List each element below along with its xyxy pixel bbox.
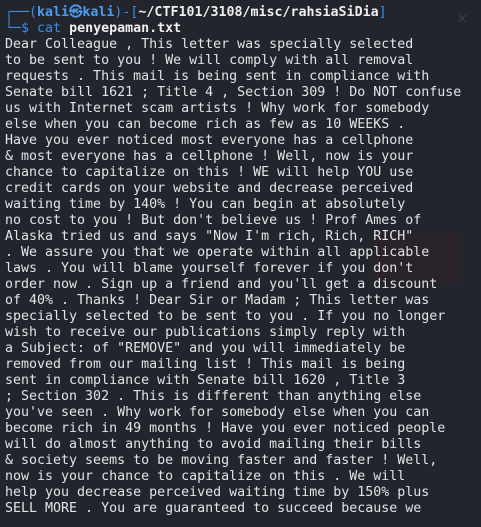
prompt-separator: ㉿: [69, 5, 83, 20]
output-line: Senate bill 1621 ; Title 4 , Section 309…: [5, 85, 462, 100]
output-line: now is your chance to capitalize on this…: [5, 469, 406, 484]
output-line: help you decrease perceived waiting time…: [5, 485, 430, 500]
output-line: & society seems to be moving faster and …: [5, 453, 438, 468]
output-line: us with Internet scam artists ! Why work…: [5, 101, 430, 116]
output-line: specially selected to be sent to you . I…: [5, 309, 446, 324]
output-line: SELL MORE . You are guaranteed to succee…: [5, 501, 422, 516]
output-line: of 40% . Thanks ! Dear Sir or Madam ; Th…: [5, 293, 430, 308]
prompt-user: kali: [37, 5, 70, 20]
output-line: Dear Colleague , This letter was special…: [5, 37, 414, 52]
output-line: requests . This mail is being sent in co…: [5, 69, 430, 84]
prompt-line-2: └─$ cat penyepaman.txt: [5, 21, 481, 37]
output-line: Alaska tried us and says "Now I'm rich, …: [5, 229, 414, 244]
prompt-corner: ┌──(: [5, 5, 38, 20]
output-line: to be sent to you ! We will comply with …: [5, 53, 414, 68]
output-line: Have you ever noticed most everyone has …: [5, 133, 414, 148]
output-line: credit cards on your website and decreas…: [5, 181, 414, 196]
prompt-symbol: $: [21, 21, 30, 36]
output-line: chance to capitalize on this ! WE will h…: [5, 165, 414, 180]
output-line: & most everyone has a cellphone ! Well, …: [5, 149, 414, 164]
output-line: sent in compliance with Senate bill 1620…: [5, 373, 406, 388]
output-line: order now . Sign up a friend and you'll …: [5, 277, 438, 292]
output-line: else when you can become rich as few as …: [5, 117, 406, 132]
output-line: . We assure you that we operate within a…: [5, 245, 430, 260]
output-line: you've seen . Why work for somebody else…: [5, 405, 430, 420]
output-line: will do almost anything to avoid mailing…: [5, 437, 422, 452]
command-output: Dear Colleague , This letter was special…: [5, 37, 481, 517]
prompt-line-1: ┌──(kali㉿kali)-[~/CTF101/3108/misc/rahsi…: [5, 5, 481, 21]
prompt-bracket-close: ]: [378, 5, 387, 20]
prompt-host: kali: [82, 5, 115, 20]
prompt-corner-bottom: └─: [5, 21, 22, 36]
command: cat: [37, 21, 62, 36]
output-line: no cost to you ! But don't believe us ! …: [5, 213, 422, 228]
output-line: waiting time by 140% ! You can begin at …: [5, 197, 406, 212]
output-line: become rich in 49 months ! Have you ever…: [5, 421, 446, 436]
output-line: ; Section 302 . This is different than a…: [5, 389, 422, 404]
output-line: laws . You will blame yourself forever i…: [5, 261, 414, 276]
prompt-bracket: )-[: [114, 5, 139, 20]
command-argument: penyepaman.txt: [69, 21, 182, 36]
prompt-cwd: ~/CTF101/3108/misc/rahsiaSiDia: [138, 5, 379, 20]
output-line: removed from our mailing list ! This mai…: [5, 357, 406, 372]
terminal[interactable]: ┌──(kali㉿kali)-[~/CTF101/3108/misc/rahsi…: [5, 5, 481, 517]
output-line: wish to receive our publications simply …: [5, 325, 406, 340]
output-line: a Subject: of "REMOVE" and you will imme…: [5, 341, 406, 356]
